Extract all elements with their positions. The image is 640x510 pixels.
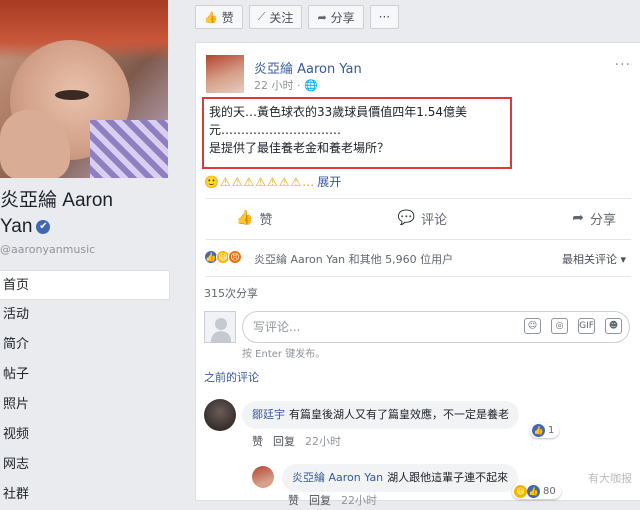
page-handle[interactable]: @aaronyanmusic [0,243,95,256]
like-page-label: 赞 [221,10,234,25]
share-page-button[interactable]: ➦ 分享 [308,5,364,29]
reply-author-avatar[interactable] [252,466,274,488]
profile-photo-eye [55,90,89,100]
share-arrow-icon: ➦ [572,210,584,226]
comment-tools: ☺ ◎ GIF ☻ [524,318,622,334]
thumbs-up-icon: 👍 [236,210,254,226]
page-nav: 首页 活动 简介 帖子 照片 视频 网志 社群 [0,270,170,510]
reply-actions: 赞 回复 22小时 [288,492,377,508]
reaction-icons[interactable]: 👍 😆 😠 [204,250,242,264]
angry-reaction-icon: 😠 [228,250,242,264]
post-text-line: 我的天…黃色球衣的33歲球員價值四年1.54億美 [209,105,467,119]
comment-author[interactable]: 鄒廷宇 [252,408,285,421]
comment-hint: 按 Enter 键发布。 [242,349,326,360]
comment-text: 有篇皇後湖人又有了篇皇效應，不一定是養老 [289,408,509,421]
more-options-button[interactable]: ··· [369,5,400,29]
comment-like-count[interactable]: 👍 1 [530,423,560,438]
current-user-avatar [204,311,236,343]
reply-like-number: 80 [543,486,556,497]
post-author-name[interactable]: 炎亞綸 Aaron Yan [254,58,362,77]
reply-text: 湖人跟他這輩子連不起來 [387,471,509,484]
like-reaction-icon: 👍 [527,485,540,498]
post-time-text: 22 小时 [254,79,294,92]
comment-bubble: 鄒廷宇 有篇皇後湖人又有了篇皇效應，不一定是養老 [242,401,519,429]
comment-compose: 写评论... ☺ ◎ GIF ☻ [204,311,634,345]
comment-placeholder: 写评论... [253,320,301,334]
camera-icon[interactable]: ◎ [551,318,568,334]
post-comment-button[interactable]: 💬 评论 [398,209,447,228]
share-page-label: 分享 [330,10,355,25]
post-reaction-bar: 👍 赞 💬 评论 ➦ 分享 [236,203,616,233]
post-header: 炎亞綸 Aaron Yan 22 小时 · 🌐 ··· [206,55,631,95]
post-timestamp[interactable]: 22 小时 · 🌐 [254,77,318,93]
follow-label: 关注 [269,10,294,25]
post-comment-label: 评论 [421,212,448,228]
gif-icon[interactable]: GIF [578,318,595,334]
comment-reply-link[interactable]: 回复 [273,433,295,449]
reply-reply-link[interactable]: 回复 [309,492,331,508]
post-share-label: 分享 [589,212,616,228]
nav-item-about[interactable]: 简介 [0,330,170,360]
haha-reaction-icon: 😆 [514,485,527,498]
watermark: 有大咖报 [588,472,632,485]
globe-icon: 🌐 [304,79,318,92]
share-count[interactable]: 315次分享 [204,285,258,301]
reply-author[interactable]: 炎亞綸 Aaron Yan [292,471,383,484]
page-name[interactable]: 炎亞綸 Aaron Yan ✔ [0,188,170,240]
page-action-bar: 👍 赞 ⟋ 关注 ➦ 分享 ··· [195,5,400,31]
profile-photo[interactable] [0,0,168,178]
comment-bubble-icon: 💬 [397,210,416,226]
likes-summary: 👍 😆 😠 炎亞綸 Aaron Yan 和其他 5,960 位用户 最相关评论 … [204,248,634,268]
comment-sort-dropdown[interactable]: 最相关评论 ▾ [562,251,626,267]
expand-link[interactable]: 展开 [317,175,341,189]
nav-item-videos[interactable]: 视频 [0,420,170,450]
divider [206,276,631,277]
post-share-button[interactable]: ➦ 分享 [572,209,616,228]
page-name-line1: 炎亞綸 Aaron [0,190,113,211]
reply-bubble: 炎亞綸 Aaron Yan 湖人跟他這輩子連不起來 [282,464,519,492]
comment-like-number: 1 [548,425,555,436]
post-text-line: 是提供了最佳養老金和養老場所？ [209,141,390,155]
nav-item-photos[interactable]: 照片 [0,390,170,420]
reply-time[interactable]: 22小时 [341,492,377,508]
comment-time[interactable]: 22小时 [305,433,341,449]
rss-icon: ⟋ [257,10,266,23]
divider [206,198,631,199]
emoji-icon[interactable]: ☺ [524,318,541,334]
like-reaction-icon: 👍 [532,424,545,437]
divider [206,239,631,240]
comment-like-link[interactable]: 赞 [252,433,263,449]
page-name-line2: Yan [0,216,33,237]
left-column: 炎亞綸 Aaron Yan ✔ @aaronyanmusic 首页 活动 简介 帖… [0,0,178,502]
verified-badge-icon: ✔ [36,219,51,234]
nav-item-home[interactable]: 首页 [0,270,170,300]
post-like-button[interactable]: 👍 赞 [236,209,272,228]
post-text-line: 元………………………… [209,123,342,137]
warning-emojis: 🙂⚠⚠⚠⚠⚠⚠⚠… [204,175,316,189]
reply-like-link[interactable]: 赞 [288,492,299,508]
profile-photo-shirt [90,120,168,178]
previous-comments-link[interactable]: 之前的评论 [204,369,259,385]
post-like-label: 赞 [259,212,273,228]
nav-item-posts[interactable]: 帖子 [0,360,170,390]
commenter-avatar[interactable] [204,399,236,431]
nav-item-community[interactable]: 社群 [0,480,170,510]
like-page-button[interactable]: 👍 赞 [195,5,243,29]
reply-like-count[interactable]: 😆 👍 80 [512,484,561,499]
comment-actions: 赞 回复 22小时 [252,433,341,449]
post-text-highlighted: 我的天…黃色球衣的33歲球員價值四年1.54億美 元………………………… 是提供… [202,97,512,169]
post-emoji-line: 🙂⚠⚠⚠⚠⚠⚠⚠… 展开 [204,173,341,190]
sticker-icon[interactable]: ☻ [605,318,622,334]
nav-item-notes[interactable]: 网志 [0,450,170,480]
nav-item-events[interactable]: 活动 [0,300,170,330]
likes-count-text[interactable]: 炎亞綸 Aaron Yan 和其他 5,960 位用户 [254,251,453,267]
post-author-avatar[interactable] [206,55,244,93]
post-options-button[interactable]: ··· [615,57,631,73]
post-card: 炎亞綸 Aaron Yan 22 小时 · 🌐 ··· 我的天…黃色球衣的33歲… [195,42,640,507]
follow-button[interactable]: ⟋ 关注 [248,5,303,29]
share-arrow-icon: ➦ [317,10,327,24]
thumbs-up-icon: 👍 [204,10,218,24]
